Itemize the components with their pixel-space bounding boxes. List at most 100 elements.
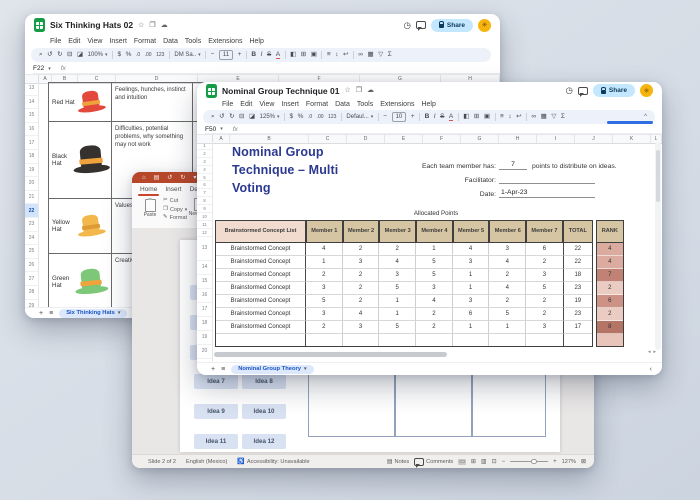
name-box[interactable]: F50 <box>205 126 216 133</box>
copy-button[interactable]: ❐Copy▾ <box>163 207 187 213</box>
points-cell[interactable]: 3 <box>306 282 343 295</box>
filter-icon[interactable]: ▽ <box>378 52 383 59</box>
row-header[interactable]: 3 <box>197 158 212 166</box>
document-title[interactable]: Six Thinking Hats 02 <box>50 20 133 30</box>
points-cell[interactable] <box>343 334 380 347</box>
points-cell[interactable]: 5 <box>526 282 563 295</box>
row-header[interactable]: 1 <box>197 142 212 150</box>
idea-button[interactable]: Idea 11 <box>194 434 238 449</box>
column-header[interactable]: A <box>213 135 230 143</box>
currency-icon[interactable]: $ <box>290 114 294 121</box>
points-cell[interactable]: 3 <box>343 256 380 269</box>
row-header[interactable]: 24 <box>25 232 38 246</box>
redo-icon[interactable]: ↻ <box>229 114 234 121</box>
fill-color-icon[interactable]: ◧ <box>463 114 469 121</box>
row-header[interactable]: 26 <box>25 259 38 273</box>
star-icon[interactable]: ☆ <box>138 22 144 29</box>
decimal-decrease-icon[interactable]: .0 <box>308 115 312 120</box>
concept-cell[interactable]: Brainstormed Concept <box>215 282 306 295</box>
points-cell[interactable]: 2 <box>489 269 526 282</box>
horizontal-scrollbar[interactable] <box>214 352 447 357</box>
idea-button[interactable]: Idea 12 <box>242 434 286 449</box>
collapse-toolbar-icon[interactable]: ^ <box>644 114 647 120</box>
scroll-indicator[interactable] <box>607 121 653 124</box>
google-sheets-icon[interactable] <box>206 84 217 98</box>
strikethrough-icon[interactable]: S <box>267 52 271 59</box>
header-cell[interactable]: Member 1 <box>306 220 343 243</box>
text-wrap-icon[interactable]: ↩ <box>516 114 521 121</box>
column-header[interactable]: F <box>423 135 461 143</box>
link-icon[interactable]: ∞ <box>358 52 363 59</box>
points-cell[interactable]: 4 <box>379 256 416 269</box>
percent-icon[interactable]: % <box>298 114 304 121</box>
row-header[interactable]: 11 <box>197 221 212 229</box>
total-cell[interactable] <box>563 334 593 347</box>
header-cell[interactable]: Member 6 <box>489 220 526 243</box>
increase-font-size-icon[interactable]: + <box>238 52 242 59</box>
scroll-left-icon[interactable]: ◂ <box>648 349 651 355</box>
merge-cells-icon[interactable]: ▣ <box>484 114 490 121</box>
bold-icon[interactable]: B <box>425 114 430 121</box>
vertical-scrollbar[interactable] <box>655 142 661 350</box>
functions-icon[interactable]: Σ <box>388 52 392 59</box>
all-sheets-icon[interactable]: ≡ <box>49 310 53 317</box>
points-cell[interactable]: 3 <box>379 269 416 282</box>
strikethrough-icon[interactable]: S <box>440 114 444 121</box>
column-header[interactable]: I <box>537 135 575 143</box>
points-cell[interactable]: 2 <box>526 295 563 308</box>
points-cell[interactable]: 5 <box>416 256 453 269</box>
slideshow-view-icon[interactable]: ⊡ <box>492 459 497 465</box>
link-icon[interactable]: ∞ <box>532 114 537 121</box>
points-cell[interactable]: 6 <box>526 243 563 256</box>
points-cell[interactable]: 3 <box>453 256 490 269</box>
field-value[interactable] <box>499 174 595 184</box>
menu-item[interactable]: Edit <box>240 101 252 108</box>
menu-item[interactable]: Insert <box>281 101 299 108</box>
filter-icon[interactable]: ▽ <box>551 114 556 121</box>
points-cell[interactable]: 2 <box>526 256 563 269</box>
menu-item[interactable]: Help <box>249 38 263 45</box>
row-header[interactable]: 27 <box>25 272 38 286</box>
rank-cell[interactable]: 6 <box>596 295 624 308</box>
points-cell[interactable] <box>526 334 563 347</box>
italic-icon[interactable]: I <box>261 52 263 59</box>
column-header[interactable]: J <box>575 135 613 143</box>
menu-item[interactable]: File <box>222 101 233 108</box>
row-header[interactable]: 4 <box>197 166 212 174</box>
paint-format-icon[interactable]: ◪ <box>77 52 83 59</box>
rank-cell[interactable]: 7 <box>596 269 624 282</box>
points-cell[interactable]: 2 <box>306 321 343 334</box>
rank-cell[interactable] <box>596 334 624 347</box>
row-header[interactable]: 17 <box>25 136 38 150</box>
text-color-icon[interactable]: A <box>449 113 453 122</box>
paste-button[interactable]: Paste <box>141 199 159 219</box>
points-cell[interactable]: 5 <box>379 282 416 295</box>
menu-item[interactable]: Extensions <box>380 101 414 108</box>
name-box[interactable]: F22 <box>33 65 44 72</box>
row-header[interactable]: 12 <box>197 229 212 237</box>
points-cell[interactable]: 4 <box>453 243 490 256</box>
points-cell[interactable] <box>489 334 526 347</box>
number-format-icon[interactable]: 123 <box>328 115 336 120</box>
total-cell[interactable]: 18 <box>563 269 593 282</box>
row-header[interactable]: 19 <box>197 331 212 345</box>
points-cell[interactable]: 2 <box>343 282 380 295</box>
menu-item[interactable]: File <box>50 38 61 45</box>
all-sheets-icon[interactable]: ≡ <box>221 366 225 373</box>
borders-icon[interactable]: ⊞ <box>301 52 306 59</box>
undo-icon[interactable]: ↺ <box>219 114 224 121</box>
menu-item[interactable]: View <box>87 38 102 45</box>
row-header[interactable]: 17 <box>197 303 212 317</box>
sheet-tab[interactable]: Six Thinking Hats▾ <box>59 309 127 318</box>
currency-icon[interactable]: $ <box>118 52 122 59</box>
concept-cell[interactable]: Brainstormed Concept <box>215 269 306 282</box>
increase-font-size-icon[interactable]: + <box>411 114 415 121</box>
percent-icon[interactable]: % <box>126 52 132 59</box>
row-header[interactable]: 16 <box>25 123 38 137</box>
fill-color-icon[interactable]: ◧ <box>290 52 296 59</box>
column-header[interactable]: E <box>385 135 423 143</box>
notes-button[interactable]: ▤Notes <box>387 459 409 465</box>
undo-icon[interactable]: ↺ <box>167 175 172 181</box>
idea-button[interactable]: Idea 8 <box>242 374 286 389</box>
row-header[interactable]: 10 <box>197 213 212 221</box>
